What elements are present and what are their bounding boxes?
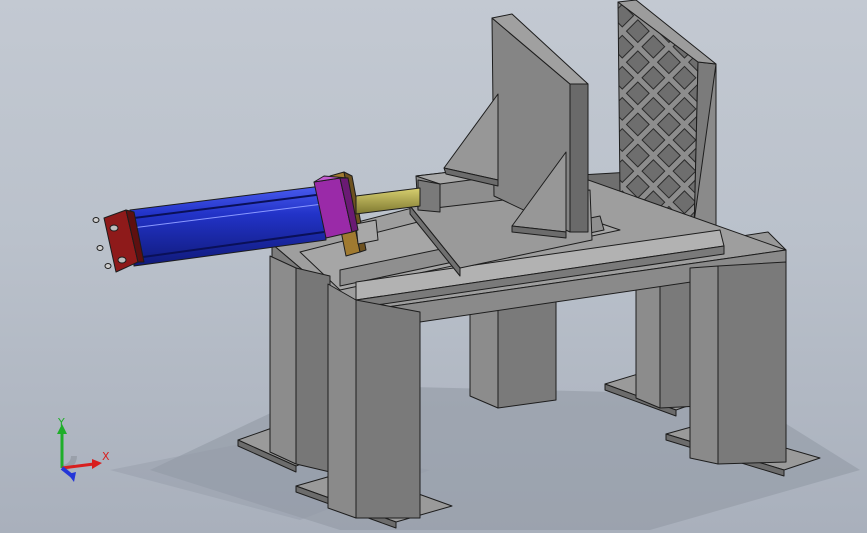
assembly-model[interactable] [0,0,867,533]
cad-3d-viewport[interactable]: Y X [0,0,867,533]
triad-x-arrow [92,459,102,469]
triad-y-label: Y [57,416,65,429]
triad-x-label: X [102,450,110,463]
reference-triad: Y X [57,416,110,482]
